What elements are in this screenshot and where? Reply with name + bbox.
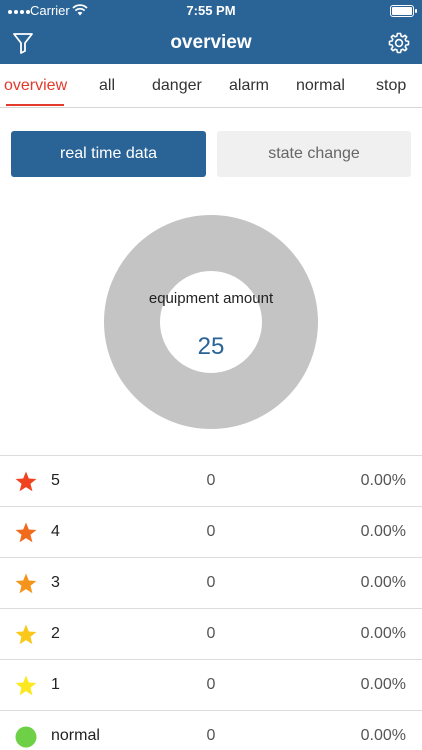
row-percent: 0.00% [360,676,406,693]
status-time: 7:55 PM [186,3,236,18]
list-item[interactable]: 3 0 0.00% [0,558,422,609]
row-percent: 0.00% [360,523,406,540]
list-item[interactable]: 1 0 0.00% [0,660,422,711]
star-icon [15,471,37,492]
row-count: 0 [206,727,216,744]
tab-all[interactable]: all [99,77,115,95]
tab-danger[interactable]: danger [152,77,202,95]
row-label: 5 [51,472,60,489]
circle-icon [15,726,37,748]
gear-icon[interactable] [387,31,411,55]
list-item[interactable]: normal 0 0.00% [0,711,422,750]
row-count: 0 [206,625,216,642]
donut-value: 25 [197,333,225,360]
tab-stop[interactable]: stop [376,77,406,95]
list-item[interactable]: 5 0 0.00% [0,456,422,507]
row-percent: 0.00% [360,727,406,744]
list-item[interactable]: 2 0 0.00% [0,609,422,660]
tab-normal[interactable]: normal [296,77,345,95]
state-change-button[interactable]: state change [217,131,411,177]
row-label: normal [51,727,100,744]
battery-icon [390,5,417,17]
tab-bar: overview all danger alarm normal stop [0,64,422,108]
row-label: 1 [51,676,60,693]
row-percent: 0.00% [360,472,406,489]
row-label: 4 [51,523,60,540]
row-count: 0 [206,676,216,693]
row-label: 3 [51,574,60,591]
page-title: overview [170,32,252,53]
star-icon [15,675,37,696]
donut-ring [104,215,318,429]
star-icon [15,624,37,645]
row-percent: 0.00% [360,574,406,591]
list-item[interactable]: 4 0 0.00% [0,507,422,558]
row-percent: 0.00% [360,625,406,642]
row-label: 2 [51,625,60,642]
donut-label: equipment amount [148,290,274,307]
tab-alarm[interactable]: alarm [229,77,269,95]
row-count: 0 [206,472,216,489]
star-icon [15,522,37,543]
level-list: 5 0 0.00% 4 0 0.00% 3 0 0.00% 2 0 0.00% … [0,455,422,750]
status-bar: Carrier 7:55 PM [0,0,422,22]
star-icon [15,573,37,594]
tab-overview[interactable]: overview [4,77,67,95]
row-count: 0 [206,523,216,540]
nav-bar: overview [0,22,422,64]
row-count: 0 [206,574,216,591]
active-tab-indicator [6,104,64,106]
real-time-data-button[interactable]: real time data [11,131,206,177]
equipment-donut-chart [104,215,318,429]
